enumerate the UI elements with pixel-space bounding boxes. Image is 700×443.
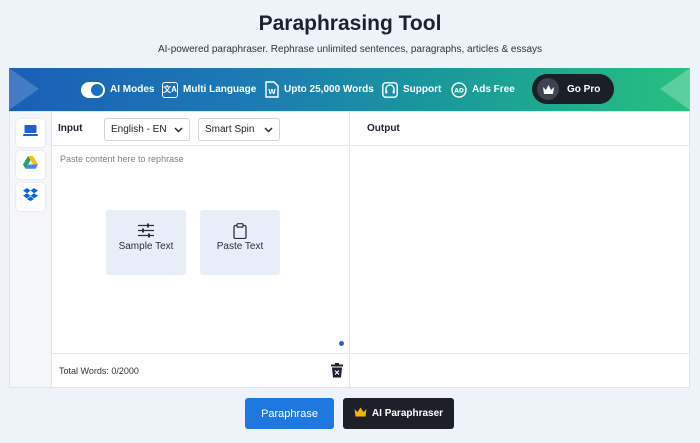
feature-word-limit: W Upto 25,000 Words [265, 68, 374, 111]
input-header: Input English - EN Smart Spin [52, 112, 349, 146]
input-footer: Total Words: 0/2000 [52, 353, 349, 387]
ai-paraphraser-label: AI Paraphraser [371, 408, 444, 419]
computer-icon [23, 124, 38, 142]
language-select[interactable]: English - EN [104, 118, 190, 141]
input-textarea-placeholder[interactable]: Paste content here to rephrase [60, 154, 184, 164]
ai-paraphraser-button[interactable]: AI Paraphraser [343, 398, 454, 429]
paraphrase-button[interactable]: Paraphrase [245, 398, 334, 429]
word-count: Total Words: 0/2000 [59, 366, 139, 376]
headset-icon [382, 81, 398, 98]
ad-block-icon: AD [451, 81, 467, 98]
banner-left-chevron [9, 68, 39, 110]
chevron-down-icon [264, 125, 273, 137]
editor-panel: Input English - EN Smart Spin Paste cont… [9, 111, 690, 388]
sidebar-item-computer[interactable] [16, 119, 45, 147]
output-pane: Output [351, 112, 689, 387]
dropbox-icon [23, 188, 38, 206]
mode-select-value: Smart Spin [205, 124, 255, 135]
feature-label: AI Modes [110, 84, 155, 95]
features-banner: AI Modes 文A Multi Language W Upto 25,000… [9, 68, 690, 111]
feature-label: Multi Language [183, 84, 257, 95]
sidebar-item-dropbox[interactable] [16, 183, 45, 211]
page-title: Paraphrasing Tool [258, 12, 442, 35]
sample-text-label: Sample Text [118, 241, 174, 252]
input-label: Input [58, 123, 83, 134]
feature-label: Ads Free [472, 84, 515, 95]
output-label: Output [367, 123, 400, 134]
status-dot [339, 341, 344, 346]
clear-trash-icon[interactable] [331, 363, 343, 383]
go-pro-label: Go Pro [567, 83, 601, 95]
feature-ads-free: AD Ads Free [451, 68, 515, 111]
sample-text-button[interactable]: Sample Text [106, 210, 186, 275]
output-footer [351, 353, 689, 387]
feature-multi-language: 文A Multi Language [162, 68, 256, 111]
source-sidebar [10, 112, 52, 387]
sliders-icon [106, 223, 186, 238]
mode-select[interactable]: Smart Spin [198, 118, 280, 141]
google-drive-icon [23, 156, 38, 174]
translate-icon: 文A [162, 81, 178, 98]
chevron-down-icon [174, 125, 183, 137]
crown-icon [354, 407, 367, 420]
go-pro-button[interactable]: Go Pro [532, 74, 614, 104]
word-doc-icon: W [265, 81, 279, 98]
paste-text-label: Paste Text [216, 241, 264, 252]
feature-label: Upto 25,000 Words [284, 84, 374, 95]
clipboard-icon [200, 223, 280, 239]
crown-icon [537, 78, 559, 100]
toggle-icon[interactable] [81, 81, 105, 98]
sidebar-item-google-drive[interactable] [16, 151, 45, 179]
page-subtitle: AI-powered paraphraser. Rephrase unlimit… [157, 44, 543, 55]
language-select-value: English - EN [111, 124, 167, 135]
svg-text:AD: AD [454, 87, 464, 94]
input-pane: Input English - EN Smart Spin Paste cont… [52, 112, 350, 387]
feature-ai-modes[interactable]: AI Modes [81, 68, 154, 111]
svg-text:W: W [268, 88, 276, 96]
feature-support: Support [382, 68, 441, 111]
paste-text-button[interactable]: Paste Text [200, 210, 280, 275]
banner-right-chevron [660, 68, 690, 110]
feature-label: Support [403, 84, 442, 95]
output-header: Output [351, 112, 689, 146]
